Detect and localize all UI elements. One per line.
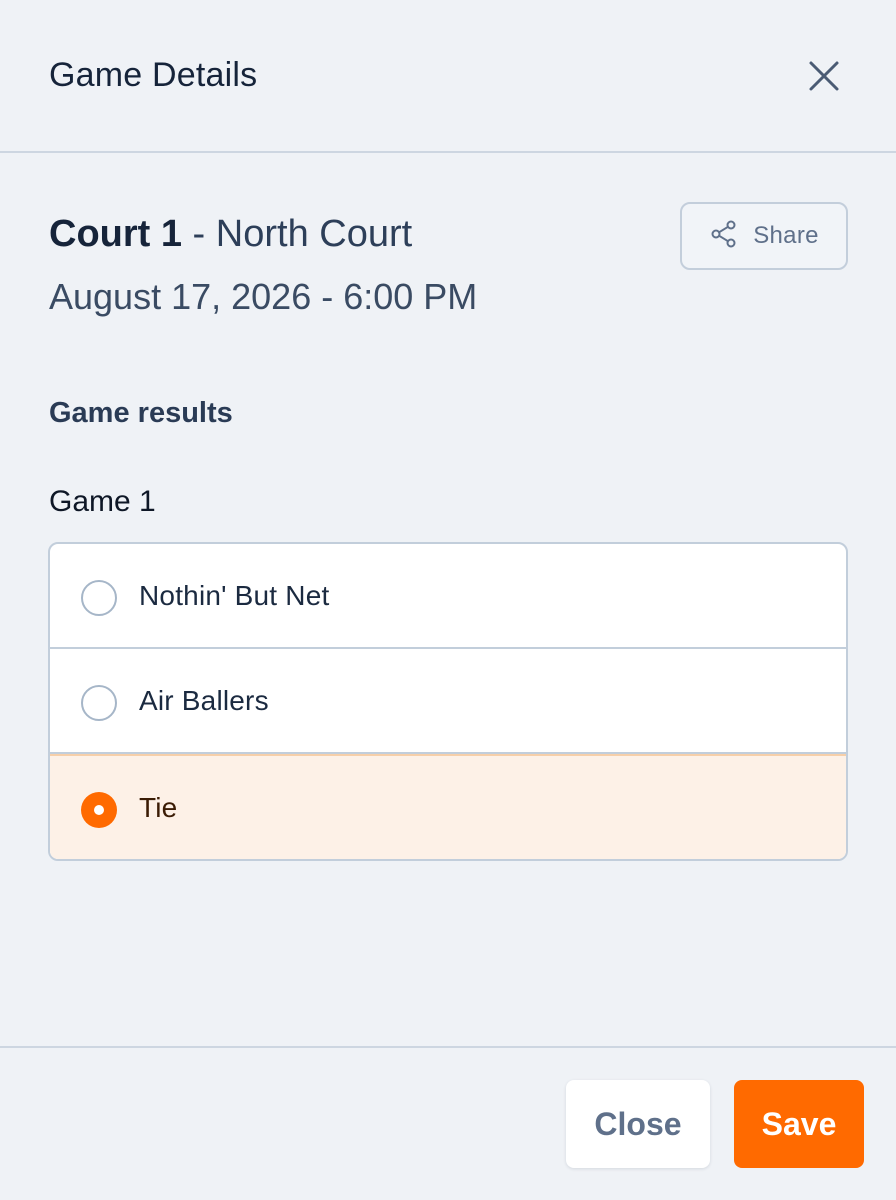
share-icon [709, 219, 739, 254]
close-icon[interactable] [804, 56, 844, 96]
share-button[interactable]: Share [680, 202, 848, 270]
court-name: Court 1 [49, 213, 182, 255]
game-datetime: August 17, 2026 - 6:00 PM [49, 276, 478, 317]
radio-button[interactable] [81, 685, 117, 721]
radio-button-selected[interactable] [81, 792, 117, 828]
result-options: Nothin' But Net Air Ballers Tie [48, 542, 848, 861]
dialog-header: Game Details [0, 0, 896, 153]
results-heading: Game results [49, 397, 233, 429]
court-separator: - [182, 213, 216, 255]
option-label: Tie [139, 792, 178, 823]
option-label: Air Ballers [139, 685, 269, 716]
result-option-nothin-but-net[interactable]: Nothin' But Net [50, 544, 846, 649]
close-button[interactable]: Close [566, 1080, 710, 1168]
dialog-title: Game Details [49, 56, 258, 94]
game-details-dialog: Game Details Court 1 - North Court Augus… [0, 0, 896, 1200]
result-option-tie[interactable]: Tie [50, 756, 846, 859]
court-location: North Court [215, 213, 413, 255]
radio-button[interactable] [81, 580, 117, 616]
save-button[interactable]: Save [734, 1080, 864, 1168]
share-label: Share [753, 222, 819, 249]
game-label: Game 1 [49, 485, 156, 518]
option-label: Nothin' But Net [139, 580, 330, 611]
result-option-air-ballers[interactable]: Air Ballers [50, 649, 846, 754]
court-heading: Court 1 - North Court [49, 213, 412, 256]
footer-divider [0, 1046, 896, 1048]
